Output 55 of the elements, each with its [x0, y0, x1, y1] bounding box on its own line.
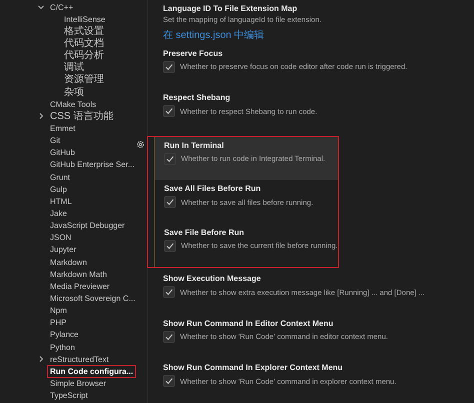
tree-item[interactable]: Markdown Math [47, 268, 110, 281]
checkbox[interactable] [164, 196, 176, 208]
tree-item[interactable]: JSON [47, 231, 74, 244]
tree-item[interactable]: 代码文档 [61, 37, 107, 50]
tree-item[interactable]: 代码分析 [61, 49, 107, 62]
tree-item[interactable]: Markdown [47, 256, 90, 269]
tree-item[interactable]: 杂项 [61, 86, 87, 99]
checkbox[interactable] [163, 330, 175, 342]
tree-item[interactable]: IntelliSense [61, 12, 108, 26]
checkbox[interactable] [163, 375, 175, 387]
tree-item[interactable]: Microsoft Sovereign C... [47, 292, 138, 305]
tree-item[interactable]: Grunt [47, 170, 74, 184]
tree-item[interactable]: Jupyter [47, 243, 80, 256]
tree-item[interactable]: Jake [47, 206, 70, 220]
tree-item[interactable]: Simple Browser [47, 376, 110, 390]
checkbox[interactable] [163, 105, 175, 117]
tree-item[interactable]: JavaScript Debugger [47, 219, 128, 232]
tree-item[interactable]: 资源管理 [61, 73, 107, 86]
tree-item[interactable]: 调试 [61, 61, 87, 74]
tree-item[interactable]: Npm [47, 304, 70, 318]
tree-item[interactable]: Gulp [47, 182, 70, 196]
tree-item[interactable]: reStructuredText [47, 352, 112, 366]
tree-item[interactable]: HTML [47, 194, 75, 208]
edit-link[interactable]: 在 settings.json 中编辑 [163, 29, 264, 42]
tree-item[interactable]: Python [47, 340, 78, 354]
setting-title: Show Run Command In Explorer Context Menu [163, 362, 344, 373]
tree-item[interactable]: CSS 语言功能 [47, 110, 116, 123]
tree-item[interactable]: Media Previewer [47, 280, 113, 293]
setting-title: Preserve Focus [163, 48, 224, 58]
setting-title: Save All Files Before Run [164, 183, 262, 194]
chevron-icon[interactable] [37, 355, 45, 364]
checkbox[interactable] [163, 60, 175, 72]
checkbox[interactable] [164, 152, 176, 164]
chevron-icon[interactable] [37, 112, 45, 120]
setting-title: Respect Shebang [163, 92, 232, 103]
setting-title: Language ID To File Extension Map [163, 3, 298, 14]
gear-icon[interactable] [136, 140, 145, 148]
setting-title: Show Run Command In Editor Context Menu [163, 318, 334, 328]
setting-title: Run In Terminal [164, 140, 225, 150]
tree-item[interactable]: TypeScript [47, 389, 91, 402]
tree-item[interactable]: Git [47, 134, 64, 148]
tree-item[interactable]: GitHub Enterprise Ser... [47, 158, 138, 172]
tree-item[interactable]: Emmet [47, 122, 78, 135]
checkbox[interactable] [163, 286, 175, 298]
tree-item[interactable]: PHP [47, 316, 70, 330]
tree-item[interactable]: Run Code configura... [47, 364, 136, 378]
tree-item[interactable]: Pylance [47, 328, 82, 342]
checkbox[interactable] [164, 240, 176, 252]
tree-item[interactable]: C/C++ [47, 0, 76, 14]
tree-item[interactable]: CMake Tools [47, 98, 100, 111]
tree-item[interactable]: 格式设置 [61, 24, 107, 38]
tree-item[interactable]: GitHub [47, 146, 78, 160]
setting-title: Save File Before Run [164, 226, 246, 238]
setting-title: Show Execution Message [163, 273, 262, 284]
chevron-icon[interactable] [37, 3, 45, 12]
